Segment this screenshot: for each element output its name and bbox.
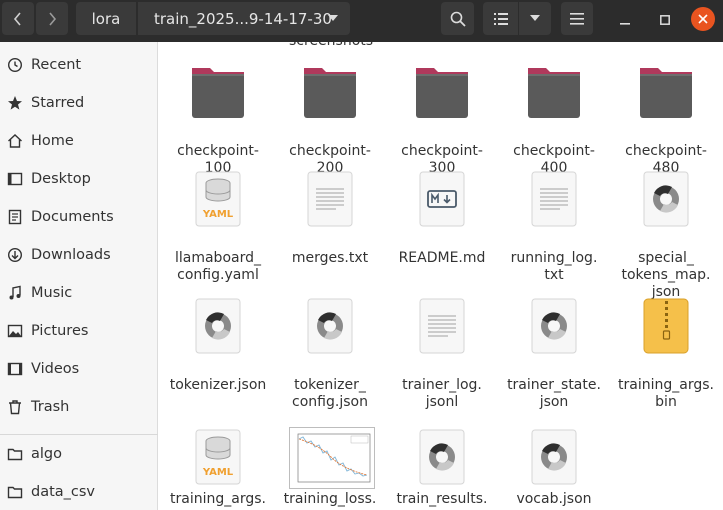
sidebar-item-label: Pictures — [31, 323, 89, 339]
sidebar-item-label: Recent — [31, 57, 82, 73]
close-icon — [698, 14, 708, 24]
close-button[interactable] — [691, 7, 715, 31]
sidebar-item-music[interactable]: Music — [0, 275, 158, 311]
chevron-left-icon — [13, 11, 21, 26]
maximize-button[interactable] — [651, 6, 679, 34]
chevron-right-icon — [49, 11, 57, 26]
folder-icon — [192, 68, 244, 118]
yaml-file-icon: YAML — [195, 429, 241, 485]
text-file-icon — [307, 171, 353, 227]
back-button[interactable] — [2, 2, 34, 35]
breadcrumb-current-folder[interactable]: train_2025...9-14-17-30 — [138, 2, 350, 35]
header-bar: lora train_2025...9-14-17-30 — [0, 0, 723, 42]
sidebar-item-trash[interactable]: Trash — [0, 389, 158, 425]
sidebar-item-recent[interactable]: Recent — [0, 47, 158, 83]
chevron-down-icon — [328, 15, 338, 21]
sidebar-separator — [0, 434, 158, 435]
folder-icon — [6, 483, 24, 501]
star-icon — [6, 94, 24, 112]
json-file-icon — [531, 298, 577, 354]
view-options-button[interactable] — [519, 2, 551, 35]
home-icon — [6, 132, 24, 150]
sidebar-item-label: Starred — [31, 95, 85, 111]
forward-button[interactable] — [36, 2, 68, 35]
sidebar-item-home[interactable]: Home — [0, 123, 158, 159]
file-name: vocab.json — [516, 491, 592, 507]
breadcrumb-label: lora — [91, 9, 121, 28]
svg-text:YAML: YAML — [202, 467, 234, 478]
json-file-icon — [531, 429, 577, 485]
json-file-icon — [195, 298, 241, 354]
sidebar-item-label: Home — [31, 133, 74, 149]
file-name: merges.txt — [291, 250, 369, 266]
file-name: training_args. — [170, 491, 266, 507]
folder-icon — [304, 68, 356, 118]
file-name: train_results. — [396, 491, 488, 507]
sidebar: Recent Starred Home Desktop Documents Do… — [0, 42, 158, 510]
text-file-icon — [531, 171, 577, 227]
sidebar-item-label: Downloads — [31, 247, 111, 263]
sidebar-item-starred[interactable]: Starred — [0, 85, 158, 121]
music-icon — [6, 284, 24, 302]
minimize-icon — [620, 23, 630, 25]
yaml-file-icon: YAML — [195, 171, 241, 227]
json-file-icon — [419, 429, 465, 485]
desktop-icon — [6, 170, 24, 188]
sidebar-item-pictures[interactable]: Pictures — [0, 313, 158, 349]
view-list-button[interactable] — [483, 2, 518, 35]
file-name: tokenizer.json — [169, 377, 267, 393]
file-name: tokenizer_ config.json — [292, 377, 368, 410]
file-grid: screenshots checkpoint- 100 checkpoint- … — [159, 42, 723, 510]
sidebar-item-label: Desktop — [31, 171, 91, 187]
list-view-icon — [493, 12, 508, 25]
documents-icon — [6, 208, 24, 226]
archive-file-icon — [643, 298, 689, 354]
sidebar-bookmark-algo[interactable]: algo — [0, 436, 158, 472]
downloads-icon — [6, 246, 24, 264]
file-name: trainer_log. jsonl — [402, 377, 482, 410]
minimize-button[interactable] — [611, 6, 639, 34]
file-name: trainer_state. json — [507, 377, 601, 410]
sidebar-item-label: data_csv — [31, 484, 96, 500]
folder-icon — [416, 68, 468, 118]
sidebar-item-desktop[interactable]: Desktop — [0, 161, 158, 197]
breadcrumb-label: train_2025...9-14-17-30 — [154, 9, 332, 28]
json-file-icon — [643, 171, 689, 227]
file-name: llamaboard_ config.yaml — [174, 250, 261, 283]
text-file-icon — [419, 298, 465, 354]
folder-icon — [6, 445, 24, 463]
search-button[interactable] — [441, 2, 474, 35]
maximize-icon — [660, 15, 670, 25]
file-name: special_ tokens_map. json — [621, 250, 711, 300]
scrolled-item-label: screenshots — [289, 42, 373, 49]
image-thumbnail-icon — [289, 427, 375, 489]
sidebar-item-label: Videos — [31, 361, 80, 377]
file-name: README.md — [398, 250, 486, 266]
breadcrumb-lora[interactable]: lora — [76, 2, 136, 35]
trash-icon — [6, 398, 24, 416]
pictures-icon — [6, 322, 24, 340]
clock-icon — [6, 56, 24, 74]
sidebar-item-documents[interactable]: Documents — [0, 199, 158, 235]
svg-text:YAML: YAML — [202, 209, 234, 220]
sidebar-item-label: algo — [31, 446, 62, 462]
sidebar-item-label: Trash — [31, 399, 70, 415]
sidebar-bookmark-data-csv[interactable]: data_csv — [0, 474, 158, 510]
search-icon — [450, 11, 466, 27]
file-name: training_args. bin — [618, 377, 714, 410]
videos-icon — [6, 360, 24, 378]
file-name: running_log. txt — [510, 250, 598, 283]
file-name: training_loss. — [283, 491, 377, 507]
chevron-down-icon — [530, 15, 540, 21]
hamburger-menu-icon — [570, 12, 584, 25]
sidebar-item-downloads[interactable]: Downloads — [0, 237, 158, 273]
sidebar-item-label: Music — [31, 285, 73, 301]
menu-button[interactable] — [561, 2, 593, 35]
markdown-file-icon — [419, 171, 465, 227]
folder-icon — [528, 68, 580, 118]
sidebar-item-videos[interactable]: Videos — [0, 351, 158, 387]
sidebar-item-label: Documents — [31, 209, 114, 225]
folder-icon — [640, 68, 692, 118]
json-file-icon — [307, 298, 353, 354]
